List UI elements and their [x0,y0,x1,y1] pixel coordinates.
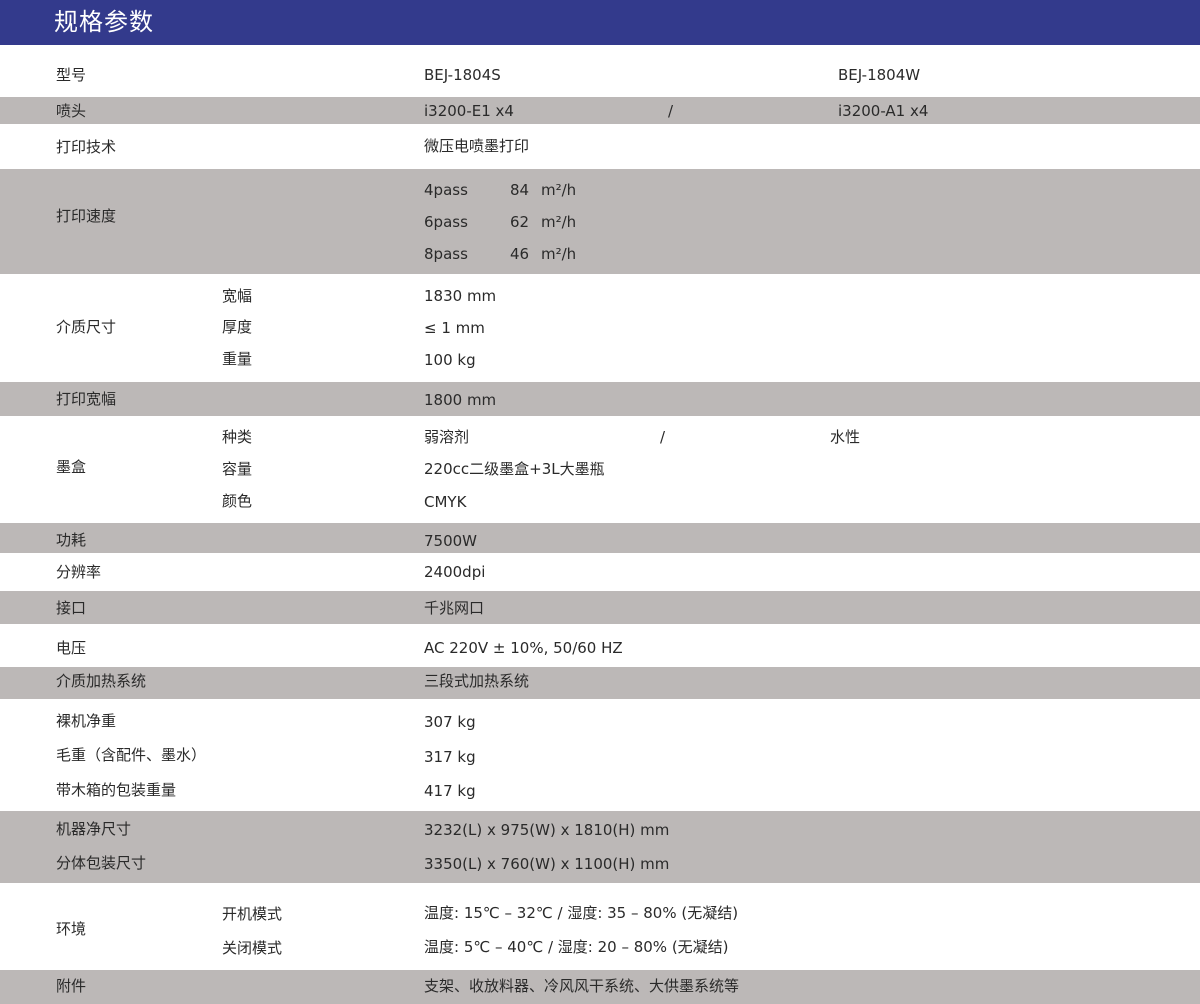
weight-value: 417 kg [424,782,476,800]
row-band-heating [0,667,1200,699]
power-label: 功耗 [56,531,87,549]
environment-mode-value: 温度: 5℃ – 40℃ / 湿度: 20 – 80% (无凝结) [424,938,729,956]
speed-mode: 6pass [424,213,468,231]
row-band-power [0,523,1200,553]
media-label: 介质尺寸 [56,318,117,336]
ink-color-value: CMYK [424,493,467,511]
accessories-label: 附件 [56,977,87,995]
nozzle-separator: / [668,102,674,120]
media-sub-value: 1830 mm [424,287,497,305]
environment-label: 环境 [56,920,87,938]
media-sub-label: 厚度 [222,318,253,336]
print-width-label: 打印宽幅 [56,390,117,408]
print-width-value: 1800 mm [424,391,497,409]
page-title: 规格参数 [54,8,154,36]
nozzle-s-value: i3200-E1 x4 [424,102,514,120]
row-band-nozzle [0,97,1200,124]
heating-label: 介质加热系统 [56,672,147,690]
weight-label: 毛重（含配件、墨水） [56,746,207,764]
heating-value: 三段式加热系统 [424,672,530,690]
weight-label: 裸机净重 [56,712,117,730]
size-value: 3232(L) x 975(W) x 1810(H) mm [424,821,670,839]
speed-unit: m²/h [541,213,577,231]
accessories-value: 支架、收放料器、冷风风干系统、大供墨系统等 [424,977,740,995]
speed-value: 62 [510,213,530,231]
row-band-interface [0,591,1200,624]
nozzle-w-value: i3200-A1 x4 [838,102,929,120]
speed-value: 46 [510,245,530,263]
interface-value: 千兆网口 [424,599,485,617]
speed-mode: 4pass [424,181,468,199]
speed-value: 84 [510,181,530,199]
speed-unit: m²/h [541,181,577,199]
media-sub-label: 宽幅 [222,287,253,305]
ink-capacity-label: 容量 [222,460,253,478]
voltage-value: AC 220V ± 10%, 50/60 HZ [424,639,623,657]
ink-type-w: 水性 [830,428,861,446]
speed-label: 打印速度 [56,207,117,225]
voltage-label: 电压 [56,639,87,657]
model-label: 型号 [56,66,87,84]
speed-unit: m²/h [541,245,577,263]
row-band-speed [0,169,1200,274]
environment-mode-value: 温度: 15℃ – 32℃ / 湿度: 35 – 80% (无凝结) [424,904,739,922]
media-sub-value: ≤ 1 mm [424,319,485,337]
ink-type-s: 弱溶剂 [424,428,470,446]
speed-mode: 8pass [424,245,468,263]
weight-value: 307 kg [424,713,476,731]
title-bar: 规格参数 [0,0,1200,45]
size-label: 机器净尺寸 [56,820,132,838]
size-label: 分体包装尺寸 [56,854,147,872]
ink-type-separator: / [660,428,666,446]
weight-label: 带木箱的包装重量 [56,781,177,799]
weight-value: 317 kg [424,748,476,766]
ink-label: 墨盒 [56,458,87,476]
media-sub-value: 100 kg [424,351,476,369]
size-value: 3350(L) x 760(W) x 1100(H) mm [424,855,670,873]
media-sub-label: 重量 [222,350,253,368]
ink-capacity-value: 220cc二级墨盒+3L大墨瓶 [424,460,605,478]
ink-color-label: 颜色 [222,492,253,510]
power-value: 7500W [424,532,478,550]
model-s-value: BEJ-1804S [424,66,501,84]
resolution-label: 分辨率 [56,563,102,581]
tech-value: 微压电喷墨打印 [424,137,530,155]
tech-label: 打印技术 [56,138,117,156]
nozzle-label: 喷头 [56,102,87,120]
ink-type-label: 种类 [222,428,253,446]
resolution-value: 2400dpi [424,563,486,581]
model-w-value: BEJ-1804W [838,66,921,84]
row-band-print-width [0,382,1200,416]
environment-mode-label: 关闭模式 [222,939,283,957]
interface-label: 接口 [56,599,87,617]
environment-mode-label: 开机模式 [222,905,283,923]
